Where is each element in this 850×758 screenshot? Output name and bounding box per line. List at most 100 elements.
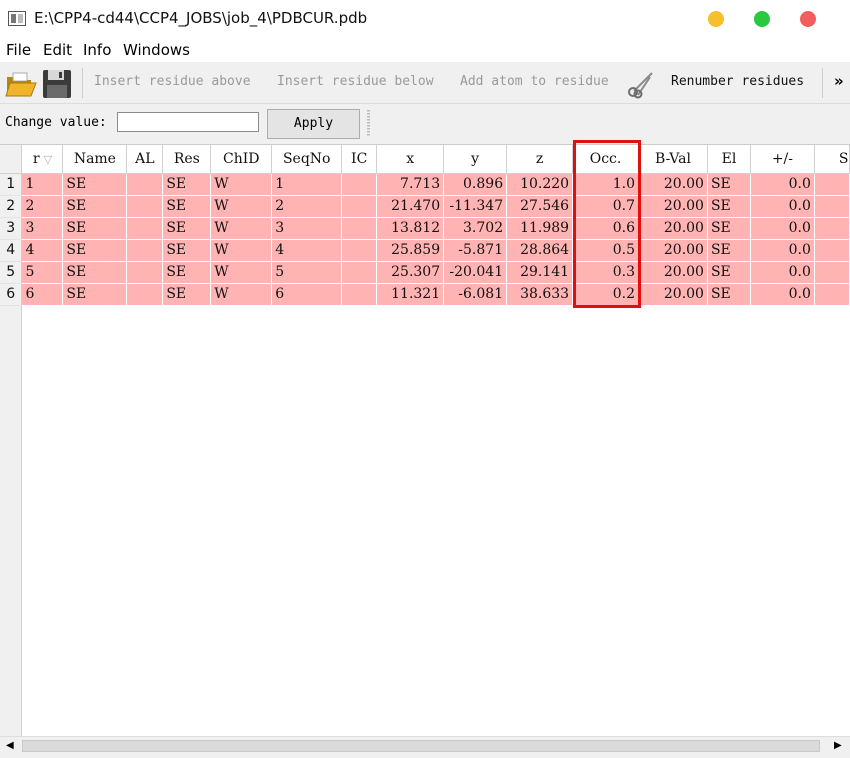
scroll-right-icon[interactable]: ▶ <box>834 740 842 751</box>
table-cell[interactable]: SE <box>162 195 212 218</box>
menu-file[interactable]: File <box>6 41 31 59</box>
table-cell[interactable]: 0.5 <box>572 239 640 262</box>
table-cell[interactable]: SE <box>62 239 128 262</box>
table-cell[interactable]: 28.864 <box>506 239 574 262</box>
column-header-x[interactable]: x <box>376 145 445 174</box>
table-cell[interactable]: SE <box>707 283 751 306</box>
table-cell[interactable] <box>126 217 164 240</box>
table-cell[interactable]: -20.041 <box>443 261 508 284</box>
apply-button[interactable]: Apply <box>267 109 360 139</box>
table-cell[interactable]: -11.347 <box>443 195 508 218</box>
table-cell[interactable]: SE <box>162 283 212 306</box>
table-cell[interactable]: W <box>210 261 273 284</box>
table-cell[interactable]: SE <box>62 283 128 306</box>
table-cell[interactable]: SE <box>62 173 128 196</box>
table-cell[interactable] <box>814 239 850 262</box>
menu-info[interactable]: Info <box>83 41 111 59</box>
table-cell[interactable]: W <box>210 283 273 306</box>
column-header-el[interactable]: El <box>707 145 751 174</box>
table-row[interactable]: 6 6 SE SE W 6 11.321 -6.081 38.633 0.2 2… <box>0 283 850 306</box>
table-cell[interactable] <box>126 195 164 218</box>
table-cell[interactable]: 0.2 <box>572 283 640 306</box>
table-cell[interactable] <box>814 261 850 284</box>
table-cell[interactable]: 5 <box>271 261 343 284</box>
column-header-s[interactable]: S <box>814 145 850 174</box>
table-cell[interactable]: 10.220 <box>506 173 574 196</box>
menu-edit[interactable]: Edit <box>43 41 72 59</box>
table-cell[interactable]: 20.00 <box>638 217 708 240</box>
table-cell[interactable]: 20.00 <box>638 173 708 196</box>
scissors-icon[interactable] <box>626 69 656 99</box>
table-row[interactable]: 2 2 SE SE W 2 21.470 -11.347 27.546 0.7 … <box>0 195 850 218</box>
table-cell[interactable]: 7.713 <box>376 173 445 196</box>
column-header-chid[interactable]: ChID <box>210 145 273 174</box>
table-cell[interactable]: 4 <box>271 239 343 262</box>
table-cell[interactable]: 3.702 <box>443 217 508 240</box>
table-cell[interactable]: 0.0 <box>750 217 815 240</box>
table-cell[interactable] <box>341 173 378 196</box>
table-cell[interactable]: W <box>210 239 273 262</box>
table-corner[interactable] <box>0 145 23 174</box>
toolbar-grip[interactable] <box>367 110 370 136</box>
row-header[interactable]: 3 <box>0 217 23 240</box>
insert-residue-above-button[interactable]: Insert residue above <box>94 74 251 89</box>
table-cell[interactable]: 0.0 <box>750 173 815 196</box>
row-header[interactable]: 6 <box>0 283 23 306</box>
table-cell[interactable] <box>814 195 850 218</box>
table-cell[interactable]: SE <box>162 239 212 262</box>
table-cell[interactable] <box>126 239 164 262</box>
table-cell[interactable] <box>341 195 378 218</box>
table-cell[interactable]: 1.0 <box>572 173 640 196</box>
insert-residue-below-button[interactable]: Insert residue below <box>277 74 434 89</box>
table-cell[interactable]: 11.989 <box>506 217 574 240</box>
toolbar-overflow-button[interactable]: » <box>834 72 844 90</box>
table-cell[interactable]: 0.0 <box>750 195 815 218</box>
table-cell[interactable]: 0.7 <box>572 195 640 218</box>
column-header-y[interactable]: y <box>443 145 508 174</box>
table-cell[interactable] <box>126 283 164 306</box>
table-cell[interactable]: 11.321 <box>376 283 445 306</box>
table-cell[interactable] <box>341 217 378 240</box>
add-atom-button[interactable]: Add atom to residue <box>460 74 609 89</box>
table-cell[interactable] <box>814 283 850 306</box>
column-header-z[interactable]: z <box>506 145 574 174</box>
table-cell[interactable]: 38.633 <box>506 283 574 306</box>
row-header[interactable]: 2 <box>0 195 23 218</box>
table-cell[interactable]: 29.141 <box>506 261 574 284</box>
table-cell[interactable]: 1 <box>21 173 64 196</box>
table-cell[interactable]: SE <box>162 261 212 284</box>
close-button[interactable] <box>800 11 816 27</box>
table-cell[interactable]: SE <box>707 217 751 240</box>
table-cell[interactable]: 0.0 <box>750 261 815 284</box>
table-cell[interactable] <box>814 217 850 240</box>
maximize-button[interactable] <box>754 11 770 27</box>
table-cell[interactable]: 6 <box>271 283 343 306</box>
table-cell[interactable]: SE <box>62 217 128 240</box>
column-header-res[interactable]: Res <box>162 145 212 174</box>
column-header-al[interactable]: AL <box>126 145 164 174</box>
table-cell[interactable] <box>126 261 164 284</box>
table-cell[interactable]: W <box>210 217 273 240</box>
table-cell[interactable]: 1 <box>271 173 343 196</box>
column-header-ic[interactable]: IC <box>341 145 378 174</box>
minimize-button[interactable] <box>708 11 724 27</box>
table-cell[interactable]: -5.871 <box>443 239 508 262</box>
column-header-seqno[interactable]: SeqNo <box>271 145 343 174</box>
column-header-name[interactable]: Name <box>62 145 128 174</box>
table-cell[interactable]: 0.0 <box>750 239 815 262</box>
table-cell[interactable]: 25.307 <box>376 261 445 284</box>
row-header[interactable]: 4 <box>0 239 23 262</box>
table-cell[interactable] <box>126 173 164 196</box>
table-row[interactable]: 1 1 SE SE W 1 7.713 0.896 10.220 1.0 20.… <box>0 173 850 196</box>
table-cell[interactable]: 13.812 <box>376 217 445 240</box>
table-cell[interactable]: 3 <box>271 217 343 240</box>
table-cell[interactable]: 0.0 <box>750 283 815 306</box>
table-cell[interactable]: 2 <box>271 195 343 218</box>
table-cell[interactable]: SE <box>707 261 751 284</box>
column-header-r[interactable]: r ▽ <box>21 145 64 174</box>
column-header-bval[interactable]: B-Val <box>638 145 708 174</box>
table-cell[interactable]: 3 <box>21 217 64 240</box>
table-cell[interactable]: 27.546 <box>506 195 574 218</box>
menu-windows[interactable]: Windows <box>123 41 190 59</box>
table-row[interactable]: 4 4 SE SE W 4 25.859 -5.871 28.864 0.5 2… <box>0 239 850 262</box>
